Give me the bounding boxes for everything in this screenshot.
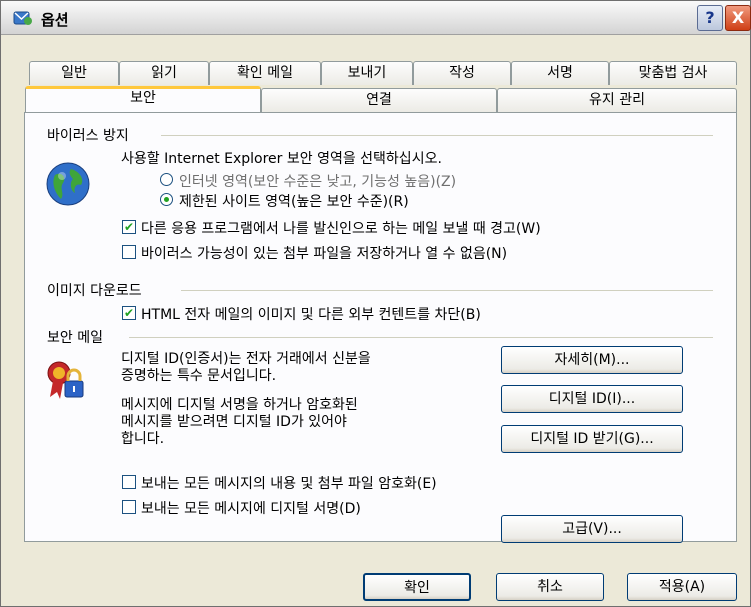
tab-signatures[interactable]: 서명	[511, 61, 609, 85]
warn-send-checkbox[interactable]: ✔	[122, 220, 136, 234]
section-divider	[129, 337, 713, 338]
restricted-zone-label[interactable]: 제한된 사이트 영역(높은 보안 수준)(R)	[179, 191, 409, 211]
zone-prompt: 사용할 Internet Explorer 보안 영역을 선택하십시오.	[121, 151, 442, 167]
tab-send[interactable]: 보내기	[321, 61, 413, 85]
advanced-button[interactable]: 고급(V)...	[501, 515, 683, 543]
block-attachments-checkbox[interactable]	[122, 245, 136, 259]
sign-encrypt-desc-line3: 합니다.	[121, 431, 165, 447]
encrypt-all-checkbox[interactable]	[122, 475, 136, 489]
secure-mail-heading: 보안 메일	[47, 330, 103, 346]
block-attachments-label[interactable]: 바이러스 가능성이 있는 첨부 파일을 저장하거나 열 수 없음(N)	[141, 243, 507, 263]
outlook-express-icon	[13, 11, 32, 25]
options-dialog: 옵션 ? X 일반 읽기 확인 메일 보내기 작성 서명 맞춤법 검사 보안 연…	[0, 0, 751, 607]
sign-all-label[interactable]: 보내는 모든 메시지에 디지털 서명(D)	[141, 498, 361, 518]
apply-button[interactable]: 적용(A)	[627, 573, 737, 601]
image-download-heading: 이미지 다운로드	[47, 283, 142, 299]
tab-receipts[interactable]: 확인 메일	[209, 61, 321, 85]
tab-maintenance[interactable]: 유지 관리	[497, 88, 737, 112]
title-bar[interactable]: 옵션 ? X	[1, 1, 751, 35]
help-button[interactable]: ?	[697, 5, 723, 31]
globe-icon	[46, 162, 90, 206]
certificate-lock-icon	[47, 361, 84, 399]
digital-ids-button[interactable]: 디지털 ID(I)...	[501, 385, 683, 413]
digital-id-desc-line2: 증명하는 특수 문서입니다.	[121, 368, 277, 384]
sign-all-checkbox[interactable]	[122, 500, 136, 514]
warn-send-label[interactable]: 다른 응용 프로그램에서 나를 발신인으로 하는 메일 보낼 때 경고(W)	[141, 218, 541, 238]
more-info-button[interactable]: 자세히(M)...	[501, 346, 683, 374]
close-button[interactable]: X	[725, 5, 751, 31]
window-title: 옵션	[41, 11, 69, 29]
restricted-zone-radio[interactable]	[160, 193, 173, 206]
section-divider	[161, 135, 713, 136]
tab-security[interactable]: 보안	[25, 86, 261, 113]
block-images-label[interactable]: HTML 전자 메일의 이미지 및 다른 외부 컨텐트를 차단(B)	[141, 304, 481, 324]
ok-button[interactable]: 확인	[363, 573, 471, 601]
tab-connection[interactable]: 연결	[261, 88, 497, 112]
internet-zone-label[interactable]: 인터넷 영역(보안 수준은 낮고, 기능성 높음)(Z)	[179, 171, 456, 191]
section-divider	[181, 290, 713, 291]
tab-general[interactable]: 일반	[29, 61, 119, 85]
virus-protection-heading: 바이러스 방지	[47, 128, 129, 144]
cancel-button[interactable]: 취소	[496, 573, 604, 601]
tab-spelling[interactable]: 맞춤법 검사	[609, 61, 737, 85]
tab-compose[interactable]: 작성	[413, 61, 511, 85]
encrypt-all-label[interactable]: 보내는 모든 메시지의 내용 및 첨부 파일 암호화(E)	[141, 473, 437, 493]
get-digital-id-button[interactable]: 디지털 ID 받기(G)...	[501, 425, 683, 453]
block-images-checkbox[interactable]: ✔	[122, 306, 136, 320]
internet-zone-radio[interactable]	[160, 173, 173, 186]
tab-read[interactable]: 읽기	[119, 61, 209, 85]
